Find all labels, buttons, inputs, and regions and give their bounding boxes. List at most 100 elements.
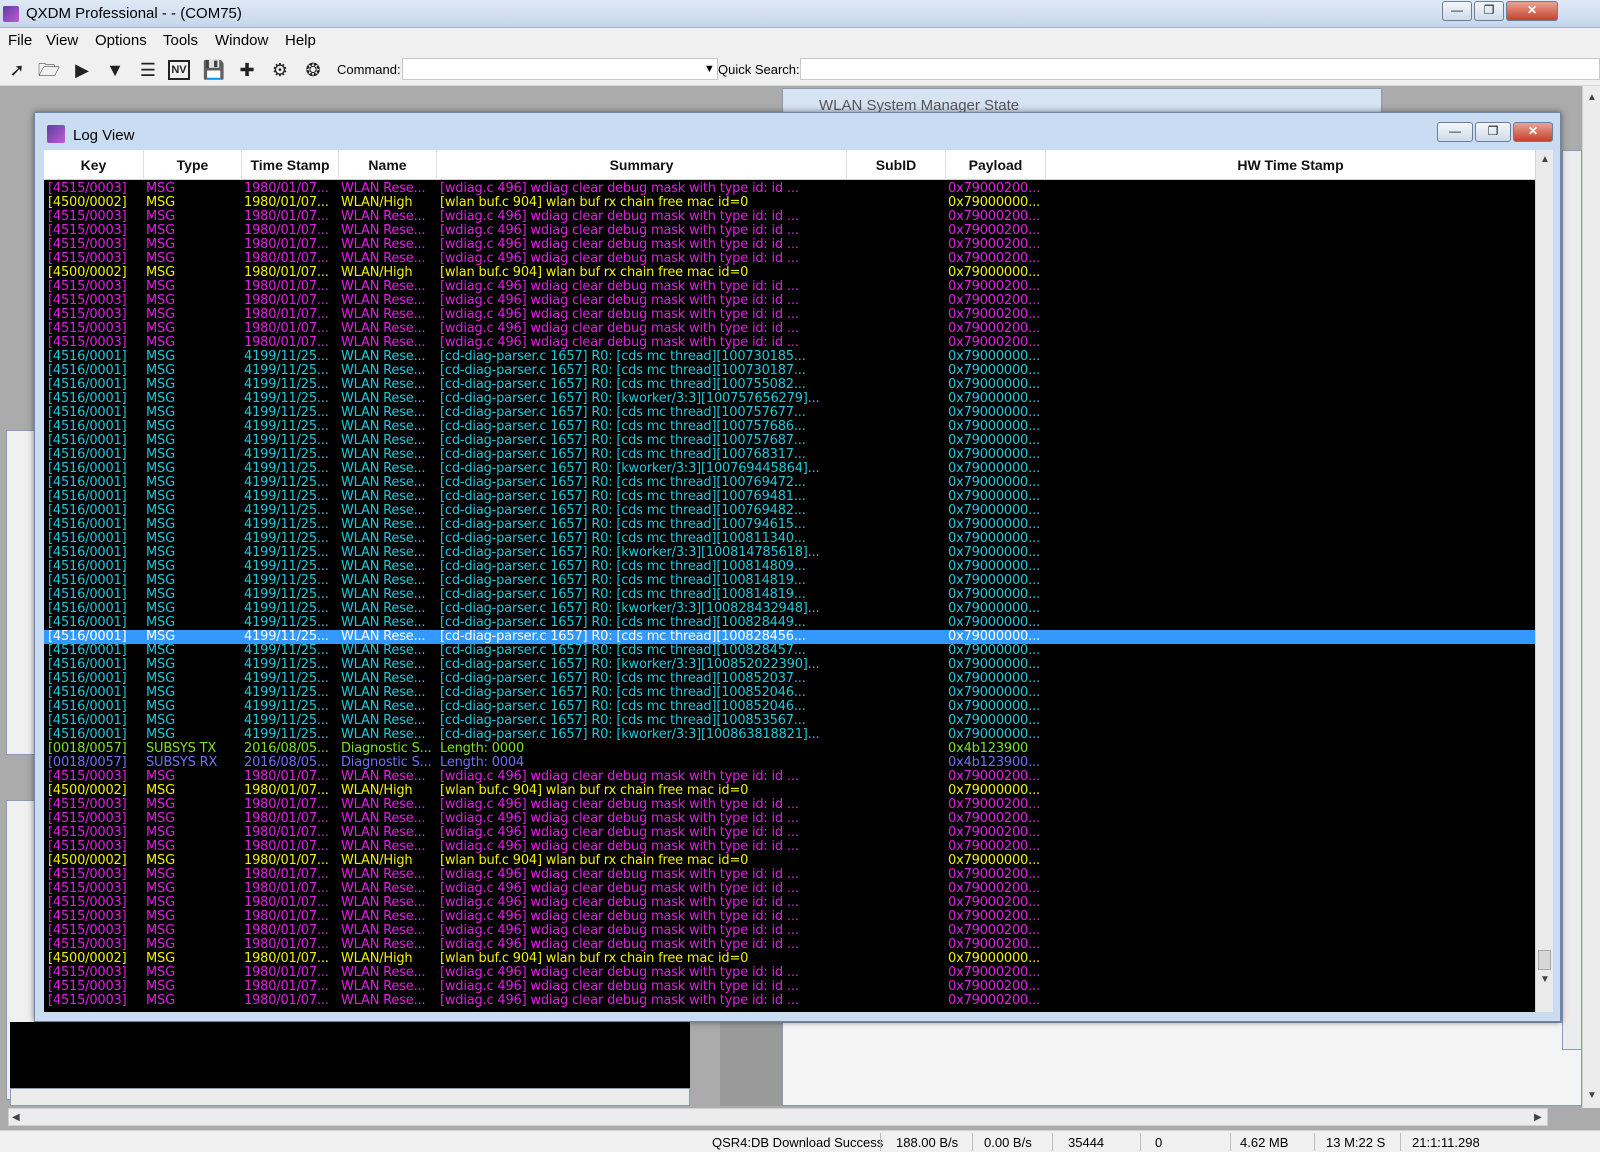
log-row[interactable]: [4515/0003] MSG 1980/01/07... WLAN Rese... [… [44,994,1535,1008]
log-row[interactable]: [4516/0001] MSG 4199/11/25... WLAN Rese... [… [44,350,1535,364]
log-row[interactable]: [4516/0001] MSG 4199/11/25... WLAN Rese... [… [44,448,1535,462]
save-icon[interactable]: 💾 [201,58,227,82]
log-row[interactable]: [4516/0001] MSG 4199/11/25... WLAN Rese... [… [44,462,1535,476]
log-view-window[interactable]: Log View — ❐ ✕ Key Type Time Stamp Name … [34,112,1561,1022]
menu-view[interactable]: View [46,32,78,49]
log-row[interactable]: [4516/0001] MSG 4199/11/25... WLAN Rese... [… [44,476,1535,490]
log-row[interactable]: [4516/0001] MSG 4199/11/25... WLAN Rese... [… [44,644,1535,658]
log-row[interactable]: [4516/0001] MSG 4199/11/25... WLAN Rese... [… [44,518,1535,532]
maximize-button[interactable]: ❐ [1474,1,1504,21]
log-row[interactable]: [4516/0001] MSG 4199/11/25... WLAN Rese... [… [44,504,1535,518]
main-horizontal-scrollbar[interactable]: ◀ ▶ [8,1108,1548,1126]
log-row[interactable]: [4516/0001] MSG 4199/11/25... WLAN Rese... [… [44,560,1535,574]
log-row[interactable]: [4515/0003] MSG 1980/01/07... WLAN Rese... [… [44,770,1535,784]
scroll-left-arrow-icon[interactable]: ◀ [12,1112,20,1123]
command-dropdown-arrow-icon[interactable]: ▼ [704,63,715,75]
log-row[interactable]: [4515/0003] MSG 1980/01/07... WLAN Rese... [… [44,798,1535,812]
quick-search-input[interactable] [800,58,1600,80]
log-row[interactable]: [4515/0003] MSG 1980/01/07... WLAN Rese... [… [44,966,1535,980]
column-header-payload[interactable]: Payload [946,150,1046,180]
log-row[interactable]: [4516/0001] MSG 4199/11/25... WLAN Rese... [… [44,588,1535,602]
log-row[interactable]: [4516/0001] MSG 4199/11/25... WLAN Rese... [… [44,364,1535,378]
log-row[interactable]: [4500/0002] MSG 1980/01/07... WLAN/High [wla… [44,854,1535,868]
log-row[interactable]: [4515/0003] MSG 1980/01/07... WLAN Rese... [… [44,980,1535,994]
menu-help[interactable]: Help [285,32,316,49]
log-row[interactable]: [4515/0003] MSG 1980/01/07... WLAN Rese... [… [44,224,1535,238]
column-header-type[interactable]: Type [144,150,242,180]
scroll-down-arrow-icon[interactable]: ▼ [1587,1090,1597,1101]
log-row[interactable]: [4515/0003] MSG 1980/01/07... WLAN Rese... [… [44,938,1535,952]
log-row[interactable]: [4515/0003] MSG 1980/01/07... WLAN Rese... [… [44,826,1535,840]
background-window-scroll[interactable] [1562,150,1582,1050]
open-folder-icon[interactable]: 🗁 [36,58,62,82]
log-row[interactable]: [4516/0001] MSG 4199/11/25... WLAN Rese... [… [44,574,1535,588]
background-hscrollbar[interactable] [10,1088,690,1106]
menu-options[interactable]: Options [95,32,147,49]
log-row[interactable]: [4516/0001] MSG 4199/11/25... WLAN Rese... [… [44,378,1535,392]
log-row[interactable]: [4516/0001] MSG 4199/11/25... WLAN Rese... [… [44,420,1535,434]
command-input[interactable] [402,58,718,80]
log-row[interactable]: [4516/0001] MSG 4199/11/25... WLAN Rese... [… [44,616,1535,630]
column-header-subid[interactable]: SubID [847,150,946,180]
connect-icon[interactable]: ➚ [4,58,30,82]
column-header-name[interactable]: Name [339,150,437,180]
log-row[interactable]: [4516/0001] MSG 4199/11/25... WLAN Rese... [… [44,406,1535,420]
log-row[interactable]: [4500/0002] MSG 1980/01/07... WLAN/High [wla… [44,196,1535,210]
log-row[interactable]: [4516/0001] MSG 4199/11/25... WLAN Rese... [… [44,686,1535,700]
log-row[interactable]: [4515/0003] MSG 1980/01/07... WLAN Rese... [… [44,896,1535,910]
log-row[interactable]: [4515/0003] MSG 1980/01/07... WLAN Rese... [… [44,840,1535,854]
scroll-right-arrow-icon[interactable]: ▶ [1534,1112,1542,1123]
log-row[interactable]: [0018/0057] SUBSYS RX 2016/08/05... Diagnos… [44,756,1535,770]
log-scroll-up-icon[interactable]: ▲ [1540,154,1550,165]
filter-icon[interactable]: ▼ [102,58,128,82]
log-row[interactable]: [4516/0001] MSG 4199/11/25... WLAN Rese... [… [44,714,1535,728]
log-row[interactable]: [0018/0057] SUBSYS TX 2016/08/05... Diagnos… [44,742,1535,756]
log-row[interactable]: [4516/0001] MSG 4199/11/25... WLAN Rese... [… [44,392,1535,406]
log-row[interactable]: [4500/0002] MSG 1980/01/07... WLAN/High [wla… [44,266,1535,280]
column-header-timestamp[interactable]: Time Stamp [242,150,339,180]
menu-window[interactable]: Window [215,32,268,49]
log-row[interactable]: [4515/0003] MSG 1980/01/07... WLAN Rese... [… [44,238,1535,252]
log-row[interactable]: [4515/0003] MSG 1980/01/07... WLAN Rese... [… [44,308,1535,322]
list-icon[interactable]: ☰ [135,58,161,82]
log-vertical-scrollbar[interactable]: ▲ ▼ [1535,150,1553,1012]
log-grid[interactable]: Key Type Time Stamp Name Summary SubID P… [44,150,1535,1012]
log-row[interactable]: [4516/0001] MSG 4199/11/25... WLAN Rese... [… [44,672,1535,686]
steering-wheel-icon[interactable]: ❂ [300,58,326,82]
log-row[interactable]: [4516/0001] MSG 4199/11/25... WLAN Rese... [… [44,532,1535,546]
log-row[interactable]: [4515/0003] MSG 1980/01/07... WLAN Rese... [… [44,336,1535,350]
log-row[interactable]: [4515/0003] MSG 1980/01/07... WLAN Rese... [… [44,182,1535,196]
main-vertical-scrollbar[interactable]: ▲ ▼ [1582,86,1600,1108]
play-icon[interactable]: ▶ [69,58,95,82]
log-row[interactable]: [4515/0003] MSG 1980/01/07... WLAN Rese... [… [44,252,1535,266]
column-header-key[interactable]: Key [44,150,144,180]
log-row[interactable]: [4515/0003] MSG 1980/01/07... WLAN Rese... [… [44,882,1535,896]
log-row[interactable]: [4515/0003] MSG 1980/01/07... WLAN Rese... [… [44,280,1535,294]
menu-file[interactable]: File [8,32,32,49]
log-row[interactable]: [4515/0003] MSG 1980/01/07... WLAN Rese... [… [44,322,1535,336]
log-row[interactable]: [4515/0003] MSG 1980/01/07... WLAN Rese... [… [44,924,1535,938]
log-view-close-button[interactable]: ✕ [1513,122,1553,142]
menu-tools[interactable]: Tools [163,32,198,49]
column-header-hw-timestamp[interactable]: HW Time Stamp [1046,150,1535,180]
log-row[interactable]: [4516/0001] MSG 4199/11/25... WLAN Rese... [… [44,658,1535,672]
minimize-button[interactable]: — [1442,1,1472,21]
log-view-minimize-button[interactable]: — [1437,122,1473,142]
column-header-summary[interactable]: Summary [437,150,847,180]
log-row[interactable]: [4516/0001] MSG 4199/11/25... WLAN Rese... [… [44,490,1535,504]
nv-icon[interactable]: NV [168,60,190,80]
scroll-up-arrow-icon[interactable]: ▲ [1587,92,1597,103]
log-row[interactable]: [4516/0001] MSG 4199/11/25... WLAN Rese... [… [44,728,1535,742]
log-row[interactable]: [4515/0003] MSG 1980/01/07... WLAN Rese... [… [44,910,1535,924]
settings-gear-icon[interactable]: ⚙ [267,58,293,82]
log-row[interactable]: [4515/0003] MSG 1980/01/07... WLAN Rese... [… [44,812,1535,826]
log-row[interactable]: [4515/0003] MSG 1980/01/07... WLAN Rese... [… [44,294,1535,308]
log-row[interactable]: [4516/0001] MSG 4199/11/25... WLAN Rese... [… [44,434,1535,448]
log-row[interactable]: [4516/0001] MSG 4199/11/25... WLAN Rese... [… [44,602,1535,616]
log-row[interactable]: [4500/0002] MSG 1980/01/07... WLAN/High [wla… [44,784,1535,798]
log-scroll-down-icon[interactable]: ▼ [1540,974,1550,985]
log-row[interactable]: [4515/0003] MSG 1980/01/07... WLAN Rese... [… [44,868,1535,882]
log-row[interactable]: [4516/0001] MSG 4199/11/25... WLAN Rese... [… [44,546,1535,560]
log-row[interactable]: [4516/0001] MSG 4199/11/25... WLAN Rese... [… [44,630,1535,644]
log-scroll-thumb[interactable] [1538,950,1551,970]
